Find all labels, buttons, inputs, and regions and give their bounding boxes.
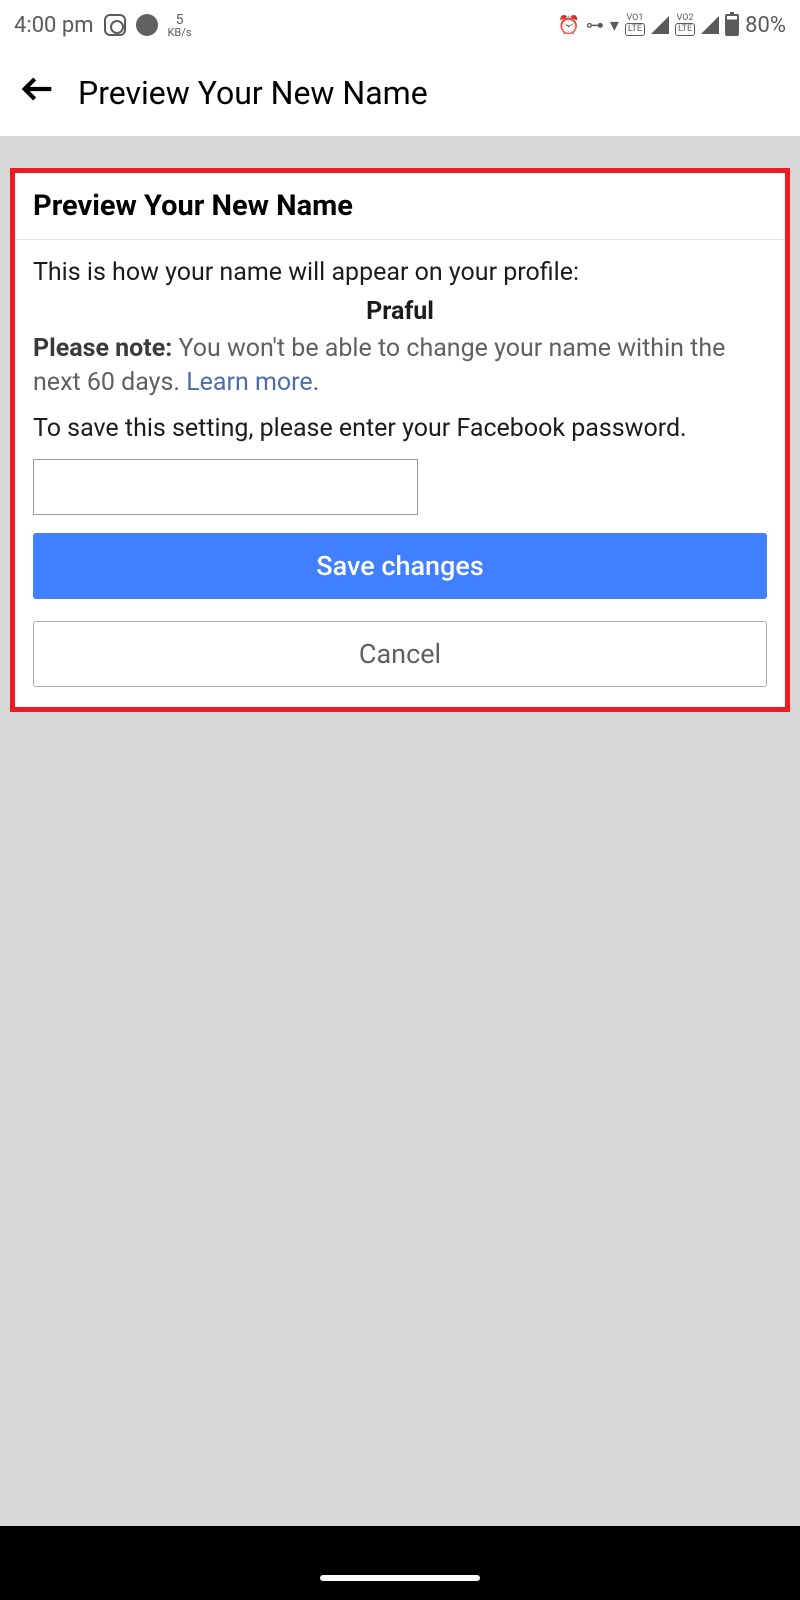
navigation-bar [0, 1526, 800, 1600]
save-changes-button[interactable]: Save changes [33, 533, 767, 599]
status-bar: 4:00 pm 5 KB/s ⏰ ⊶ ▾ VO1 LTE VO2 LTE 80% [0, 0, 800, 50]
signal1-icon [651, 16, 669, 34]
home-indicator[interactable] [320, 1575, 480, 1581]
notification-dot-icon [136, 14, 158, 36]
card-title: Preview Your New Name [15, 173, 785, 240]
cancel-button[interactable]: Cancel [33, 621, 767, 687]
speed-unit: KB/s [168, 27, 192, 38]
battery-percentage: 80% [745, 13, 786, 38]
status-time: 4:00 pm [14, 13, 94, 38]
password-input[interactable] [33, 459, 418, 515]
key-icon: ⊶ [586, 15, 604, 36]
status-left: 4:00 pm 5 KB/s [14, 13, 192, 38]
speed-value: 5 [176, 13, 184, 27]
volte2-icon: VO2 LTE [675, 14, 695, 36]
battery-icon [725, 14, 739, 36]
intro-text: This is how your name will appear on you… [33, 258, 767, 287]
preview-card: Preview Your New Name This is how your n… [10, 168, 790, 712]
network-speed: 5 KB/s [168, 13, 192, 38]
content-area: Preview Your New Name This is how your n… [0, 168, 800, 712]
note-period: . [313, 368, 320, 397]
name-preview: Praful [33, 297, 767, 326]
note-text: Please note: You won't be able to change… [33, 332, 767, 400]
back-arrow-icon[interactable] [18, 69, 58, 118]
learn-more-link[interactable]: Learn more [186, 368, 312, 397]
note-label: Please note: [33, 334, 172, 363]
alarm-icon: ⏰ [557, 15, 579, 36]
signal2-icon [701, 16, 719, 34]
status-right: ⏰ ⊶ ▾ VO1 LTE VO2 LTE 80% [557, 13, 786, 38]
instagram-icon [104, 14, 126, 36]
app-header: Preview Your New Name [0, 50, 800, 138]
volte1-icon: VO1 LTE [625, 14, 645, 36]
save-instruction: To save this setting, please enter your … [33, 414, 767, 443]
page-title: Preview Your New Name [78, 74, 428, 112]
wifi-icon: ▾ [610, 15, 619, 36]
card-body: This is how your name will appear on you… [15, 240, 785, 707]
